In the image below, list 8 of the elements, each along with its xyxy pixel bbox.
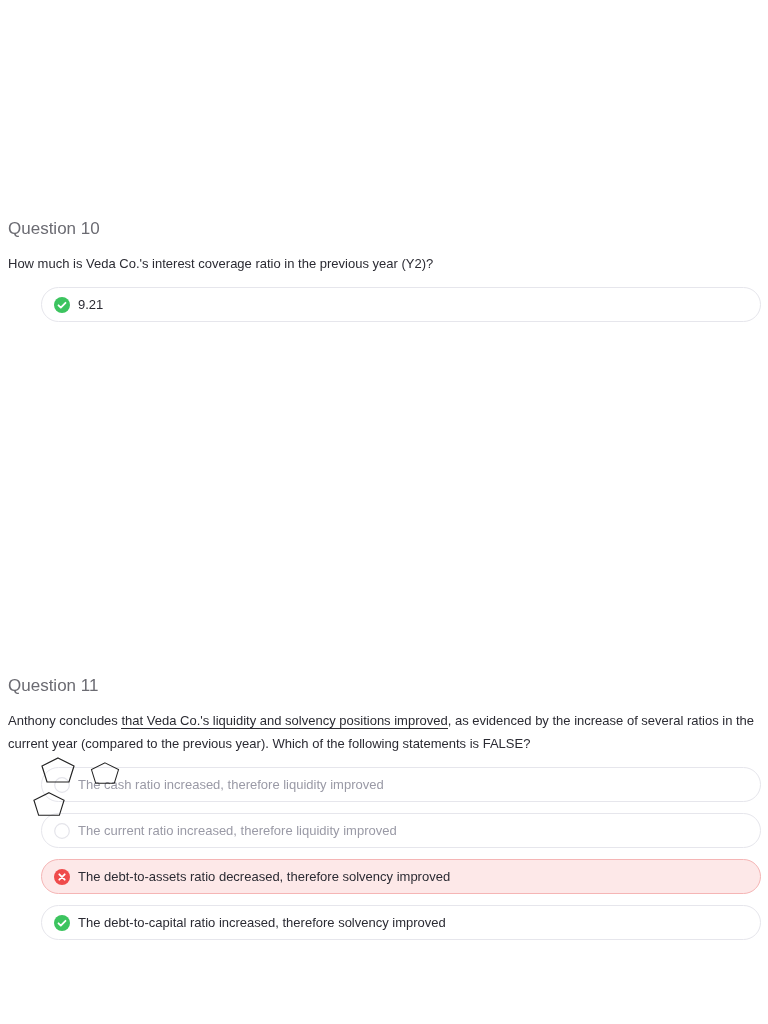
question-text: How much is Veda Co.'s interest coverage ratio in the previous year (Y2)? [8, 255, 435, 273]
answer-option[interactable]: 9.21 [41, 287, 761, 322]
answer-option[interactable]: The debt-to-capital ratio increased, therefore solvency improved [41, 905, 761, 940]
pentagon-icon [40, 757, 76, 783]
question-title: Question 10 [8, 219, 101, 239]
question-text: Anthony concludes that Veda Co.'s liquidity and solvency positions improved, as evidenced by the increase of several ratios in the current year (compared to the previous year). Which of the following statements is FALSE? [8, 712, 756, 753]
pentagon-icon [33, 791, 65, 817]
question-title: Question 11 [8, 676, 100, 696]
